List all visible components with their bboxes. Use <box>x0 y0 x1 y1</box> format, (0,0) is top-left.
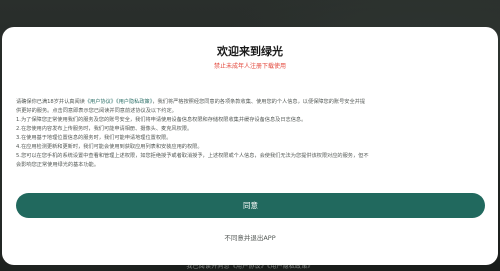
user-agreement-link[interactable]: 《用户协议》 <box>85 99 116 105</box>
disagree-exit-link[interactable]: 不同意并退出APP <box>2 232 498 242</box>
minor-warning: 禁止未成年人注册下载使用 <box>213 63 286 70</box>
intro-text-after: ，我们将严格按照经您同意的各项条款收集、使用您的个人信息，以便保障您的账号安全并… <box>152 99 366 105</box>
privacy-policy-link[interactable]: 《用户隐私政策》 <box>116 99 152 105</box>
agreement-line: 会影响您正常使用绿光的基本功能。 <box>16 162 100 168</box>
agreement-line: 1.为了保障您正常使用我们的服务及您的账号安全，我们将申请使用设备信息权限和存储… <box>16 117 307 123</box>
agree-button[interactable]: 同意 <box>16 193 485 218</box>
agreement-intro-line: 请确保你已满18岁并认真阅读《用户协议》《用户隐私政策》，我们将严格按照经您同意… <box>16 98 484 107</box>
agreement-text: 请确保你已满18岁并认真阅读《用户协议》《用户隐私政策》，我们将严格按照经您同意… <box>16 98 484 170</box>
dialog-title: 欢迎来到绿光 <box>217 45 283 58</box>
intro-text-before: 请确保你已满18岁并认真阅读 <box>16 99 85 105</box>
privacy-consent-dialog: 欢迎来到绿光 禁止未成年人注册下载使用 请确保你已满18岁并认真阅读《用户协议》… <box>2 27 498 265</box>
agreement-line: 2.在您使用内容发布上传服务时，我们可能申请相册、摄像头、麦克风权限。 <box>16 126 193 132</box>
agreement-line: 3.在使用基于地理位置信息的服务时，我们可能申请地理位置权限。 <box>16 135 172 141</box>
agreement-line: 供更好的服务。点击同意即表示您已阅读并同意前述协议及以下约定。 <box>16 108 177 114</box>
agreement-line: 4.在应用检测更新和更新时，我们可能会使用到获取应用列表和安装应用的权限。 <box>16 144 203 150</box>
agreement-line: 5.您可以在您手机的系统设置中查看和管理上述权限，如您拒绝授予或者取消授予，上述… <box>16 153 369 159</box>
